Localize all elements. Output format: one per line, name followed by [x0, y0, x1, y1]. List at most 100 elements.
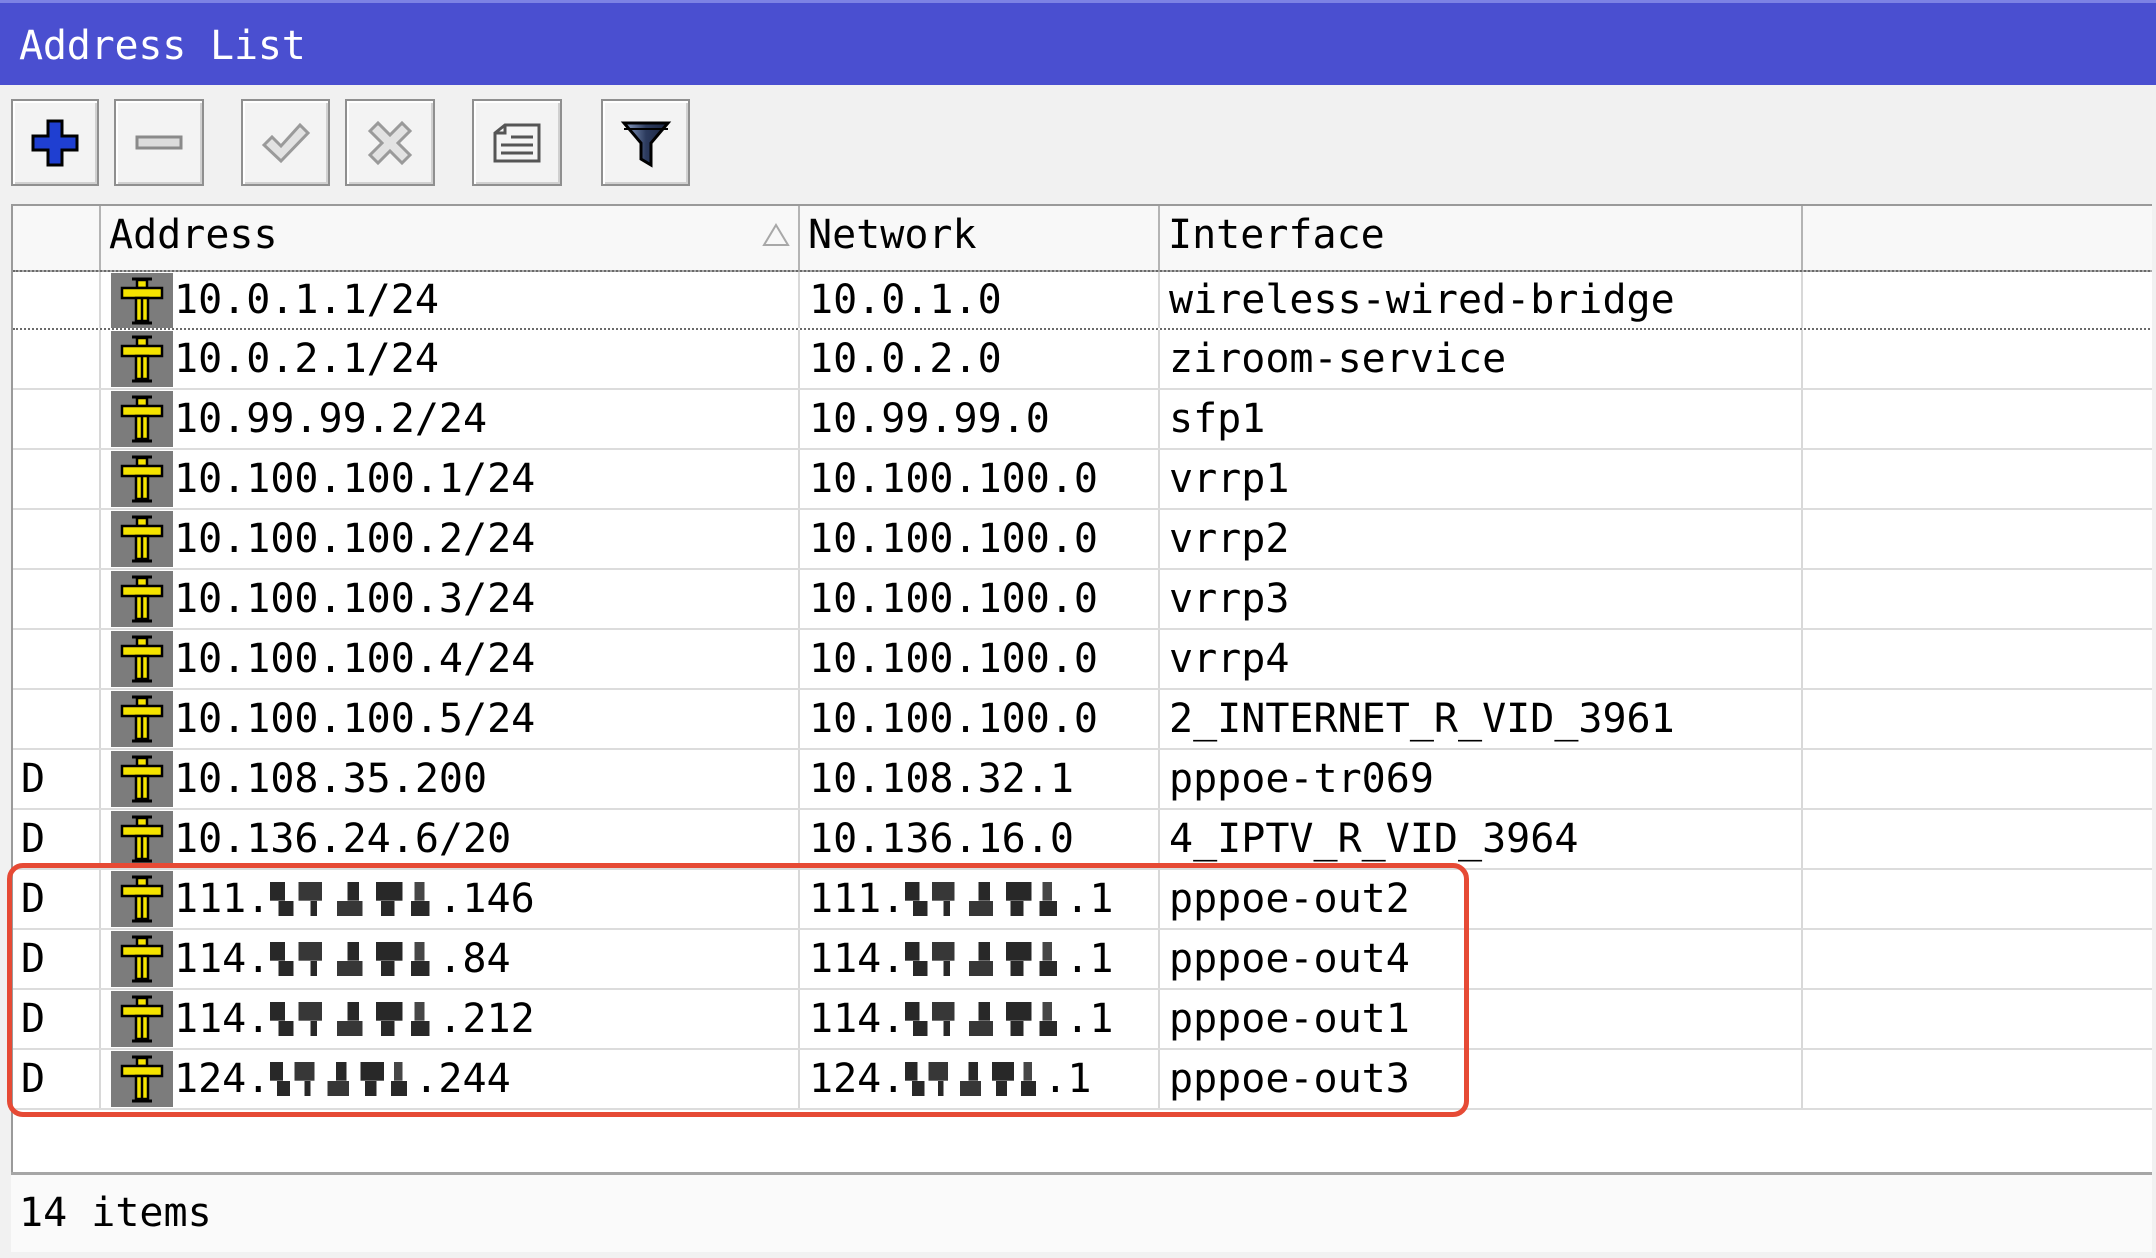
- address-value: 10.100.100.4/24: [174, 636, 536, 682]
- filler-cell: [1803, 690, 2152, 748]
- redacted-block: [905, 942, 1066, 976]
- interface-value: 2_INTERNET_R_VID_3961: [1169, 696, 1675, 742]
- table-row[interactable]: D 114. .84 114. .1 pppoe-out4: [13, 930, 2152, 990]
- header-address[interactable]: Address: [101, 206, 800, 270]
- filler-cell: [1803, 630, 2152, 688]
- interface-value: vrrp4: [1169, 636, 1290, 682]
- table-row[interactable]: 10.100.100.3/24 10.100.100.0 vrrp3: [13, 570, 2152, 630]
- table-row[interactable]: D 111. .146 111. .1 pppoe-out2: [13, 870, 2152, 930]
- flag-cell: [13, 390, 101, 448]
- table-row[interactable]: D 114. .212 114. .1 pppoe-out1: [13, 990, 2152, 1050]
- sort-ascending-icon: [762, 223, 790, 246]
- network-start: 111.: [809, 876, 906, 922]
- flag-cell: D: [13, 870, 101, 928]
- address-value: 10.0.1.1/24: [174, 277, 439, 323]
- table-row[interactable]: 10.100.100.5/24 10.100.100.0 2_INTERNET_…: [13, 690, 2152, 750]
- address-value: 10.108.35.200: [174, 756, 488, 802]
- ip-address-icon: [111, 331, 173, 387]
- interface-cell: pppoe-out2: [1160, 870, 1803, 928]
- header-network[interactable]: Network: [800, 206, 1160, 270]
- table-row[interactable]: 10.100.100.1/24 10.100.100.0 vrrp1: [13, 450, 2152, 510]
- ip-address-icon: [111, 273, 173, 328]
- interface-cell: pppoe-out4: [1160, 930, 1803, 988]
- header-interface-label: Interface: [1168, 212, 1385, 258]
- ip-address-icon: [111, 571, 173, 627]
- address-value: 10.100.100.2/24: [174, 516, 536, 562]
- network-cell: 10.99.99.0: [800, 390, 1160, 448]
- table-row[interactable]: 10.100.100.4/24 10.100.100.0 vrrp4: [13, 630, 2152, 690]
- flag-cell: [13, 272, 101, 328]
- address-table: Address Network Interface 10.0.1.1/24 10…: [11, 204, 2152, 1172]
- network-start: 124.: [809, 1056, 906, 1102]
- network-value: 10.0.2.0: [809, 336, 1002, 382]
- filter-icon: [620, 121, 671, 168]
- add-icon: [31, 119, 79, 166]
- header-filler: [1803, 206, 2152, 270]
- add-button[interactable]: [11, 99, 99, 186]
- comment-icon: [493, 123, 541, 162]
- address-cell: 10.100.100.2/24: [101, 510, 800, 568]
- table-row[interactable]: D 10.136.24.6/20 10.136.16.0 4_IPTV_R_VI…: [13, 810, 2152, 870]
- status-bar: 14 items: [11, 1172, 2152, 1252]
- title-bar[interactable]: Address List: [0, 0, 2156, 85]
- interface-cell: wireless-wired-bridge: [1160, 272, 1803, 328]
- table-row[interactable]: D 10.108.35.200 10.108.32.1 pppoe-tr069: [13, 750, 2152, 810]
- table-row[interactable]: 10.0.1.1/24 10.0.1.0 wireless-wired-brid…: [13, 270, 2152, 330]
- redacted-block: [905, 1062, 1044, 1096]
- filler-cell: [1803, 750, 2152, 808]
- filter-button[interactable]: [601, 99, 690, 186]
- table-row[interactable]: 10.100.100.2/24 10.100.100.0 vrrp2: [13, 510, 2152, 570]
- redacted-block: [270, 942, 439, 976]
- comment-button[interactable]: [472, 99, 562, 186]
- filler-cell: [1803, 272, 2152, 328]
- disable-button[interactable]: [345, 99, 435, 186]
- redacted-block: [905, 882, 1066, 916]
- ip-address-icon: [111, 751, 173, 807]
- header-interface[interactable]: Interface: [1160, 206, 1803, 270]
- address-end: .244: [414, 1056, 511, 1102]
- network-cell: 10.100.100.0: [800, 630, 1160, 688]
- interface-cell: 2_INTERNET_R_VID_3961: [1160, 690, 1803, 748]
- dynamic-flag: D: [21, 996, 46, 1042]
- table-header: Address Network Interface: [13, 206, 2152, 272]
- flag-cell: D: [13, 750, 101, 808]
- network-cell: 10.108.32.1: [800, 750, 1160, 808]
- network-value: 10.136.16.0: [809, 816, 1074, 862]
- address-value: 10.100.100.5/24: [174, 696, 536, 742]
- table-row[interactable]: 10.99.99.2/24 10.99.99.0 sfp1: [13, 390, 2152, 450]
- address-cell: 10.100.100.3/24: [101, 570, 800, 628]
- address-value: 10.100.100.1/24: [174, 456, 536, 502]
- filler-cell: [1803, 810, 2152, 868]
- remove-button[interactable]: [114, 99, 204, 186]
- header-flags[interactable]: [13, 206, 101, 270]
- network-end: .1: [1065, 996, 1114, 1042]
- network-value: 10.100.100.0: [809, 696, 1098, 742]
- enable-button[interactable]: [241, 99, 330, 186]
- ip-address-icon: [111, 871, 173, 927]
- filler-cell: [1803, 930, 2152, 988]
- flag-cell: [13, 570, 101, 628]
- interface-value: pppoe-out3: [1169, 1056, 1410, 1102]
- redacted-block: [270, 1062, 415, 1096]
- address-cell: 10.0.2.1/24: [101, 330, 800, 388]
- address-cell: 114. .212: [101, 990, 800, 1048]
- ip-address-icon: [111, 511, 173, 567]
- table-row[interactable]: 10.0.2.1/24 10.0.2.0 ziroom-service: [13, 330, 2152, 390]
- network-cell: 124. .1: [800, 1050, 1160, 1108]
- network-value: 10.0.1.0: [809, 277, 1002, 323]
- disable-x-icon: [367, 120, 413, 165]
- interface-value: sfp1: [1169, 396, 1266, 442]
- network-start: 114.: [809, 936, 906, 982]
- redacted-block: [270, 882, 439, 916]
- address-start: 111.: [174, 876, 271, 922]
- table-row[interactable]: D 124. .244 124. .1 pppoe-out3: [13, 1050, 2152, 1110]
- address-start: 114.: [174, 936, 271, 982]
- network-cell: 10.0.1.0: [800, 272, 1160, 328]
- flag-cell: [13, 630, 101, 688]
- ip-address-icon: [111, 1051, 173, 1107]
- filler-cell: [1803, 990, 2152, 1048]
- interface-cell: vrrp4: [1160, 630, 1803, 688]
- dynamic-flag: D: [21, 816, 46, 862]
- interface-value: 4_IPTV_R_VID_3964: [1169, 816, 1579, 862]
- interface-cell: ziroom-service: [1160, 330, 1803, 388]
